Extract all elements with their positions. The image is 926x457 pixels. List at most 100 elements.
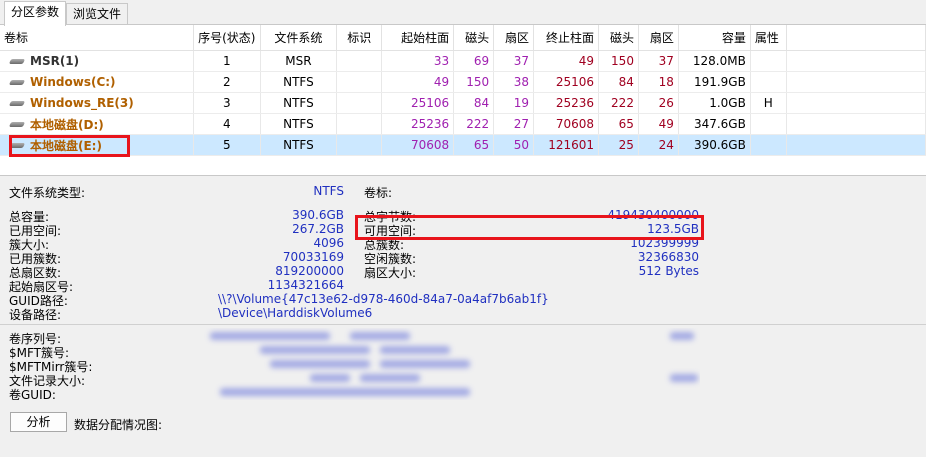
- start-sector-value: 1134321664: [267, 278, 344, 292]
- cell-start-sector: 19: [493, 92, 535, 114]
- cell-end-sector: 49: [638, 113, 679, 135]
- disk-icon: [8, 79, 26, 85]
- cell-start-sector: 50: [493, 134, 535, 156]
- cell-attr: [750, 50, 787, 72]
- cell-end-sector: 24: [638, 134, 679, 156]
- cell-filler: [786, 113, 926, 135]
- partition-name: Windows(C:): [30, 75, 116, 89]
- tab-partition-params[interactable]: 分区参数: [4, 1, 66, 26]
- cell-end-head: 65: [598, 113, 639, 135]
- col-header-start-cyl[interactable]: 起始柱面: [381, 25, 455, 51]
- partition-table: 卷标 序号(状态) 文件系统 标识 起始柱面 磁头 扇区 终止柱面 磁头 扇区 …: [0, 25, 926, 156]
- cell-attr: [750, 71, 787, 93]
- device-path-value: \Device\HarddiskVolume6: [218, 306, 373, 320]
- cell-start-cyl: 25236: [381, 113, 455, 135]
- section-divider: [0, 324, 926, 325]
- cell-size: 128.0MB: [678, 50, 751, 72]
- cell-index: 2: [193, 71, 261, 93]
- allocation-map-label: 数据分配情况图:: [74, 418, 163, 432]
- partition-name: 本地磁盘(D:): [30, 117, 104, 132]
- tab-bar: 分区参数 浏览文件: [0, 0, 926, 26]
- partition-name: MSR(1): [30, 54, 80, 68]
- partition-table-area: 卷标 序号(状态) 文件系统 标识 起始柱面 磁头 扇区 终止柱面 磁头 扇区 …: [0, 25, 926, 176]
- used-clusters-value: 70033169: [282, 250, 344, 264]
- fs-type-label: 文件系统类型:: [9, 186, 86, 200]
- cell-end-head: 222: [598, 92, 639, 114]
- disk-icon: [8, 58, 26, 64]
- cell-attr: H: [750, 92, 787, 114]
- cell-filler: [786, 92, 926, 114]
- cell-start-head: 150: [453, 71, 495, 93]
- total-sectors-value: 819200000: [275, 264, 344, 278]
- cell-end-sector: 37: [638, 50, 679, 72]
- highlight-box-selected-partition: [9, 135, 130, 157]
- sector-size-value: 512 Bytes: [638, 264, 699, 278]
- cell-index: 3: [193, 92, 261, 114]
- cell-fs: NTFS: [260, 134, 338, 156]
- used-space-value: 267.2GB: [292, 222, 344, 236]
- cluster-size-value: 4096: [313, 236, 344, 250]
- cell-end-head: 84: [598, 71, 639, 93]
- cell-start-head: 222: [453, 113, 495, 135]
- cell-start-cyl: 70608: [381, 134, 455, 156]
- cell-size: 1.0GB: [678, 92, 751, 114]
- cell-flag: [336, 134, 383, 156]
- cell-end-cyl: 70608: [533, 113, 599, 135]
- col-header-size[interactable]: 容量: [678, 25, 751, 51]
- col-header-start-sector[interactable]: 扇区: [493, 25, 535, 51]
- col-header-attr[interactable]: 属性: [750, 25, 787, 51]
- cell-size: 347.6GB: [678, 113, 751, 135]
- cell-filler: [786, 71, 926, 93]
- cell-index: 1: [193, 50, 261, 72]
- cell-end-cyl: 25236: [533, 92, 599, 114]
- cell-fs: NTFS: [260, 92, 338, 114]
- col-header-start-head[interactable]: 磁头: [453, 25, 495, 51]
- volume-guid-label: 卷GUID:: [9, 388, 56, 402]
- cell-start-cyl: 33: [381, 50, 455, 72]
- table-row[interactable]: Windows_RE(3) 3 NTFS 25106 84 19 25236 2…: [0, 92, 926, 114]
- col-header-label[interactable]: 卷标: [0, 25, 195, 51]
- col-header-end-sector[interactable]: 扇区: [638, 25, 679, 51]
- total-capacity-value: 390.6GB: [292, 208, 344, 222]
- table-row[interactable]: 本地磁盘(D:) 4 NTFS 25236 222 27 70608 65 49…: [0, 113, 926, 135]
- col-header-end-cyl[interactable]: 终止柱面: [533, 25, 599, 51]
- highlight-box-free-space: [355, 215, 704, 240]
- cell-start-sector: 38: [493, 71, 535, 93]
- cell-filler: [786, 134, 926, 156]
- analyze-button[interactable]: 分析: [10, 412, 67, 432]
- disk-icon: [8, 100, 26, 106]
- partition-info-panel: 文件系统类型: NTFS 卷标: 总容量: 390.6GB 已用空间: 267.…: [0, 176, 926, 457]
- cell-size: 390.6GB: [678, 134, 751, 156]
- cell-index: 4: [193, 113, 261, 135]
- cell-end-cyl: 49: [533, 50, 599, 72]
- tab-browse-files[interactable]: 浏览文件: [66, 3, 128, 24]
- volume-label-label: 卷标:: [364, 186, 393, 200]
- cell-end-head: 150: [598, 50, 639, 72]
- cell-size: 191.9GB: [678, 71, 751, 93]
- cell-fs: NTFS: [260, 113, 338, 135]
- cell-end-sector: 26: [638, 92, 679, 114]
- cell-end-cyl: 25106: [533, 71, 599, 93]
- cell-start-sector: 37: [493, 50, 535, 72]
- cell-start-sector: 27: [493, 113, 535, 135]
- table-row-selected[interactable]: 本地磁盘(E:) 5 NTFS 70608 65 50 121601 25 24…: [0, 134, 926, 156]
- cell-start-cyl: 25106: [381, 92, 455, 114]
- table-row[interactable]: MSR(1) 1 MSR 33 69 37 49 150 37 128.0MB: [0, 50, 926, 72]
- cell-start-cyl: 49: [381, 71, 455, 93]
- sector-size-label: 扇区大小:: [364, 266, 417, 280]
- table-header: 卷标 序号(状态) 文件系统 标识 起始柱面 磁头 扇区 终止柱面 磁头 扇区 …: [0, 25, 926, 51]
- cell-end-cyl: 121601: [533, 134, 599, 156]
- cell-fs: MSR: [260, 50, 338, 72]
- col-header-end-head[interactable]: 磁头: [598, 25, 639, 51]
- cell-start-head: 69: [453, 50, 495, 72]
- col-header-filler: [786, 25, 926, 51]
- cell-flag: [336, 50, 383, 72]
- cell-end-sector: 18: [638, 71, 679, 93]
- col-header-index[interactable]: 序号(状态): [193, 25, 261, 51]
- cell-attr: [750, 134, 787, 156]
- col-header-fs[interactable]: 文件系统: [260, 25, 338, 51]
- redacted-values: [210, 332, 698, 396]
- table-row[interactable]: Windows(C:) 2 NTFS 49 150 38 25106 84 18…: [0, 71, 926, 93]
- cell-flag: [336, 113, 383, 135]
- col-header-flag[interactable]: 标识: [336, 25, 383, 51]
